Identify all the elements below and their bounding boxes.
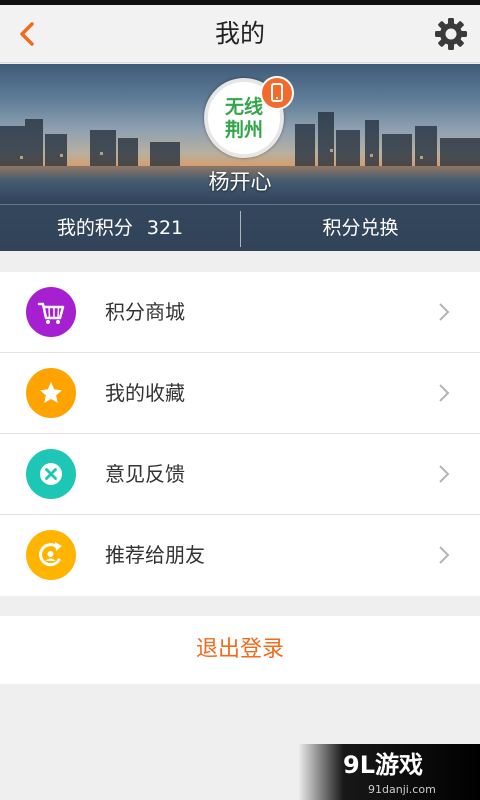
menu-item-feedback[interactable]: 意见反馈 <box>0 434 480 515</box>
menu-list: 积分商城 我的收藏 意见反馈 推荐给朋友 <box>0 272 480 596</box>
phone-icon <box>271 83 283 102</box>
share-arrow-icon <box>39 542 62 567</box>
back-button[interactable] <box>10 14 50 54</box>
logout-button[interactable]: 退出登录 <box>0 616 480 684</box>
watermark-url-text: 91danji.com <box>368 783 436 796</box>
menu-icon-bg <box>26 449 76 499</box>
points-label: 我的积分 <box>56 217 133 239</box>
points-bar: 我的积分 321 积分兑换 <box>0 204 480 251</box>
points-exchange-button[interactable]: 积分兑换 <box>241 205 480 251</box>
gear-icon <box>435 18 467 50</box>
points-value: 321 <box>146 217 184 239</box>
chevron-right-icon <box>439 465 450 483</box>
watermark-logo: 9L游戏 <box>343 751 423 778</box>
menu-item-recommend[interactable]: 推荐给朋友 <box>0 515 480 596</box>
star-icon <box>40 382 62 403</box>
svg-text:荆州: 荆州 <box>225 118 263 141</box>
menu-item-label: 积分商城 <box>105 300 185 324</box>
svg-text:无线: 无线 <box>225 95 263 118</box>
settings-button[interactable] <box>432 15 470 53</box>
menu-item-label: 意见反馈 <box>105 462 185 486</box>
menu-item-label: 推荐给朋友 <box>105 543 205 567</box>
watermark-url: 91danji.com <box>368 781 478 796</box>
menu-item-favorites[interactable]: 我的收藏 <box>0 353 480 434</box>
menu-item-label: 我的收藏 <box>105 381 185 405</box>
watermark: 9L游戏 91danji.com <box>298 744 480 800</box>
my-points[interactable]: 我的积分 321 <box>0 205 240 251</box>
svg-text:91danji.com: 91danji.com <box>368 783 436 796</box>
profile-banner: 无线 荆州 杨开心 我的积分 321 积分兑换 <box>0 64 480 251</box>
close-circle-icon <box>40 463 62 485</box>
chevron-left-icon <box>20 22 34 46</box>
menu-icon-bg <box>26 287 76 337</box>
chevron-right-icon <box>439 546 450 564</box>
cart-icon <box>37 302 65 324</box>
page-title: 我的 <box>214 19 265 48</box>
top-bar: 我的 <box>0 5 480 63</box>
menu-icon-bg <box>26 368 76 418</box>
chevron-right-icon <box>439 303 450 321</box>
phone-badge <box>260 76 294 110</box>
username: 杨开心 <box>208 170 272 194</box>
chevron-right-icon <box>439 384 450 402</box>
menu-icon-bg <box>26 530 76 580</box>
svg-text:9L游戏: 9L游戏 <box>343 751 423 778</box>
menu-item-points-mall[interactable]: 积分商城 <box>0 272 480 353</box>
